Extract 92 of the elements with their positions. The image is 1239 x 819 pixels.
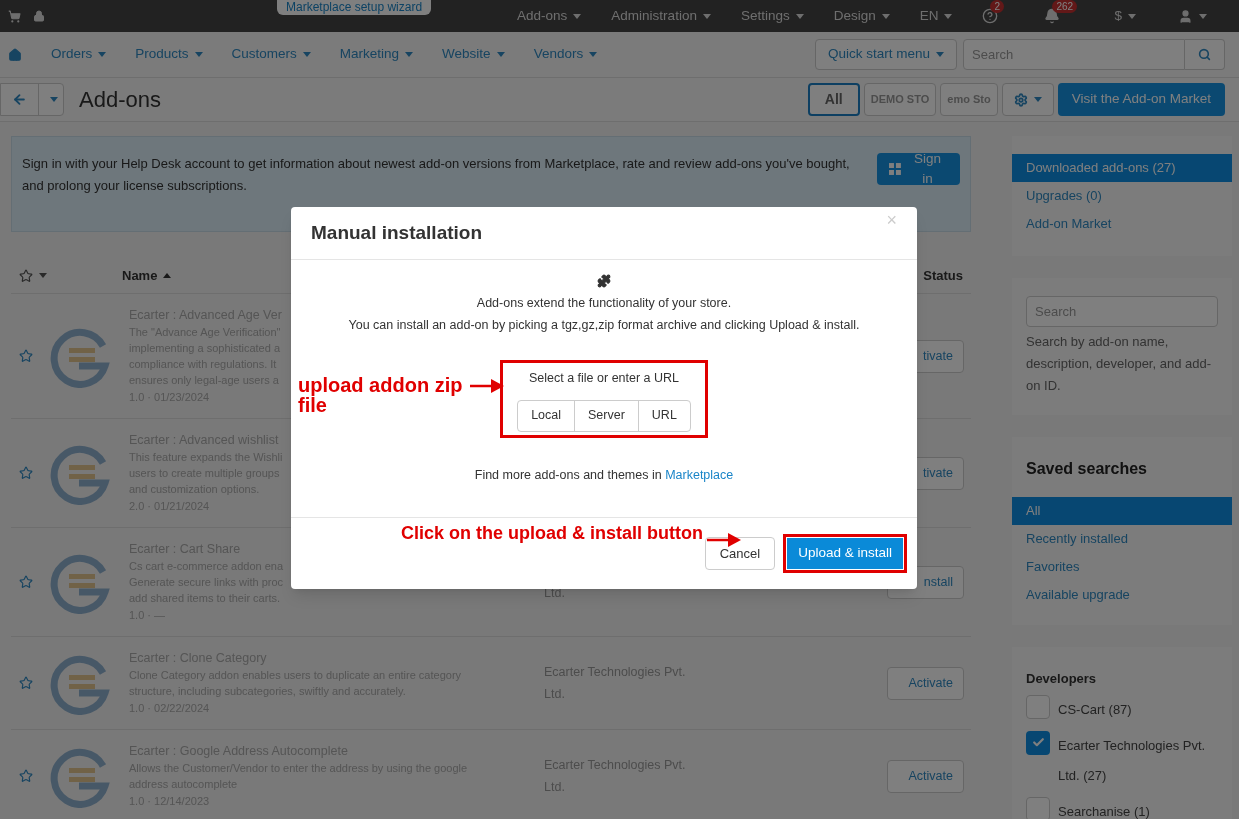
grid-icon [889, 163, 902, 175]
nav-menu[interactable]: Customers [231, 44, 311, 65]
saved-search-item[interactable]: All [1012, 497, 1232, 525]
currency-menu[interactable]: $ [1114, 5, 1136, 27]
quick-start-button[interactable]: Quick start menu [814, 39, 957, 70]
caret-icon [881, 13, 890, 19]
nav-menu[interactable]: Products [135, 44, 203, 65]
favorite-star-icon[interactable] [19, 466, 33, 480]
developer-filter-label: CS-Cart (87) [1058, 700, 1132, 719]
developer-filter-label: Ecarter Technologies Pvt. Ltd. (27) [1058, 736, 1207, 785]
caret-icon [194, 52, 203, 57]
action-button[interactable]: Activate [887, 759, 964, 793]
puzzle-icon [597, 274, 611, 288]
checkbox[interactable] [1026, 730, 1050, 755]
market-button[interactable]: Visit the Add-on Market [1057, 83, 1225, 116]
nav-menu[interactable]: Vendors [533, 44, 598, 65]
checkbox[interactable] [1026, 796, 1050, 819]
caret-icon [1128, 13, 1136, 19]
storefront-tab[interactable]: All [807, 83, 860, 116]
page-title: Add-ons [79, 86, 161, 114]
search-button[interactable] [1185, 39, 1225, 70]
marketplace-link[interactable]: Marketplace [665, 468, 734, 482]
notice-text: Sign in with your Help Desk account to get information about newest add-on versions from Marketplace, rate and review add-ons you've bought, and prolong your license subscriptions. [22, 155, 851, 195]
caret-icon [589, 52, 598, 57]
top-menu[interactable]: Administration [611, 5, 711, 27]
annotation-label: Click on the upload & install button [401, 521, 703, 545]
caret-icon [795, 13, 804, 19]
favorite-star-icon[interactable] [19, 769, 33, 783]
caret-icon [573, 13, 582, 19]
favorite-star-icon[interactable] [19, 349, 33, 363]
saved-search-item[interactable]: Recently installed [1012, 525, 1232, 553]
top-menu[interactable]: EN [919, 5, 953, 27]
upload-install-button[interactable]: Upload & install [787, 538, 903, 569]
nav-menu[interactable]: Orders [51, 44, 107, 65]
section-title: Saved searches [1025, 459, 1148, 479]
check-icon [1031, 736, 1045, 749]
caret-icon [496, 52, 505, 57]
checkbox[interactable] [1026, 694, 1050, 719]
favorite-star-icon[interactable] [19, 575, 33, 589]
modal-text: Add-ons extend the functionality of your store. [476, 295, 732, 312]
section-title: Developers [1026, 670, 1098, 688]
count-badge: 262 [1052, 0, 1078, 13]
gear-icon [1013, 92, 1028, 107]
column-header[interactable]: Name [122, 265, 172, 286]
user-icon[interactable] [1178, 8, 1193, 24]
modal-title: Manual installation [311, 220, 483, 245]
modal-text: You can install an add-on by picking a tgz,gz,zip format archive and clicking Upload & install. [348, 317, 860, 334]
bell-icon[interactable] [1044, 8, 1061, 24]
cart-icon[interactable] [8, 9, 21, 23]
star-icon[interactable] [19, 268, 33, 283]
search-icon [1198, 48, 1211, 61]
source-prompt: Select a file or enter a URL [528, 370, 680, 387]
saved-search-item[interactable]: Available upgrade [1012, 581, 1232, 609]
close-button[interactable]: × [886, 211, 897, 229]
lock-icon[interactable] [33, 10, 45, 22]
top-menu[interactable]: Add-ons [517, 5, 582, 27]
caret-icon [98, 52, 107, 57]
column-header: Status [923, 266, 963, 285]
nav-menu[interactable]: Website [442, 44, 505, 65]
source-button[interactable]: Local [518, 400, 574, 431]
wizard-tooltip[interactable]: Marketplace setup wizard [277, 0, 432, 15]
source-button[interactable]: URL [637, 400, 690, 431]
home-icon[interactable] [8, 47, 22, 62]
sign-in-button[interactable]: Sign in [877, 153, 960, 185]
nav-menu[interactable]: Marketing [339, 44, 414, 65]
caret-icon [405, 52, 414, 57]
caret-icon [1199, 13, 1207, 19]
favorite-star-icon[interactable] [19, 676, 33, 690]
top-menu[interactable]: Settings [740, 5, 804, 27]
help-icon[interactable] [982, 8, 999, 24]
top-menu[interactable]: Design [833, 5, 890, 27]
caret-icon [936, 52, 944, 57]
saved-search-item[interactable]: Favorites [1012, 553, 1232, 581]
caret-icon [50, 97, 58, 102]
caret-icon [39, 273, 47, 278]
developer-filter-label: Searchanise (1) [1058, 802, 1150, 819]
annotation-label: upload addon zip file [298, 375, 464, 415]
annotation-arrow [707, 533, 741, 547]
sidebar-item[interactable]: Downloaded add-ons (27) [1012, 154, 1232, 182]
caret-icon [1033, 97, 1042, 102]
sidebar-item[interactable]: Upgrades (0) [1012, 182, 1232, 210]
settings-dropdown[interactable] [1001, 83, 1054, 116]
caret-icon [163, 273, 172, 278]
source-button[interactable]: Server [574, 400, 638, 431]
search-help-text: Search by add-on name, description, developer, and add-on ID. [1026, 333, 1212, 395]
caret-icon [302, 52, 311, 57]
caret-icon [702, 13, 711, 19]
sidebar-item[interactable]: Add-on Market [1012, 210, 1232, 238]
action-button[interactable]: Activate [887, 666, 964, 700]
caret-icon [944, 13, 953, 19]
marketplace-text: Find more add-ons and themes in Marketplace [474, 467, 734, 484]
count-badge: 2 [990, 0, 1005, 13]
